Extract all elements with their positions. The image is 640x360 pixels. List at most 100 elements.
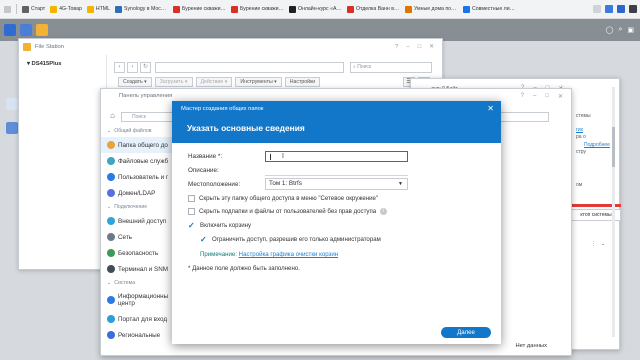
wizard-header: Мастер создания общих папок ✕ Указать ос…	[172, 101, 501, 143]
enable-recycle-checkbox[interactable]: ✓ Включить корзину	[188, 222, 251, 230]
sidebar-item[interactable]: Сеть	[101, 229, 173, 245]
action-button[interactable]: Действие ▾	[195, 77, 233, 87]
sidebar-item[interactable]: Файловые служб	[101, 153, 173, 169]
info-icon[interactable]: i	[380, 208, 388, 215]
shared-folder-wizard: Мастер создания общих папок ✕ Указать ос…	[172, 101, 501, 344]
upload-button[interactable]: Загрузить ▾	[154, 77, 193, 87]
name-input[interactable]: I	[265, 151, 408, 162]
close-icon[interactable]: ✕	[487, 104, 494, 113]
checkbox-box[interactable]	[188, 195, 195, 202]
more-link[interactable]: Подробнее	[584, 142, 610, 148]
taskbar-right: ◯ ⌕ ▣	[606, 26, 640, 34]
hide-network-checkbox[interactable]: Скрыть эту папку общего доступа в меню "…	[188, 195, 378, 202]
taskbar-app-icon[interactable]	[20, 24, 32, 36]
minimize-icon[interactable]: –	[533, 93, 536, 100]
location-select[interactable]: Том 1: Btrfs ▼	[265, 178, 408, 190]
bookmark-item[interactable]: Бурение скважин н...	[231, 5, 284, 13]
help-icon[interactable]: ?	[395, 44, 398, 50]
filter-input[interactable]	[499, 112, 549, 122]
bookmark-favicon-icon	[463, 5, 470, 13]
bookmark-item[interactable]: Онлайн-курс «Ана...	[289, 5, 342, 13]
info-line: стру	[576, 149, 587, 155]
sidebar-item-label: Терминал и SNM	[118, 265, 169, 273]
bookmark-item[interactable]: Старт	[22, 5, 45, 13]
sidebar-item[interactable]: Пользователь и г	[101, 169, 173, 185]
file-station-icon[interactable]	[36, 24, 48, 36]
extension-icon[interactable]	[593, 5, 601, 13]
file-station-app-icon	[23, 43, 31, 51]
maximize-icon[interactable]: □	[418, 44, 422, 50]
bookmark-label: 4G-Товар	[59, 6, 82, 12]
sidebar-group-header[interactable]: ⌄ Подключение	[101, 201, 173, 213]
next-button[interactable]: Далее	[441, 327, 491, 338]
widgets-icon[interactable]: ▣	[627, 26, 634, 34]
bookmark-item[interactable]: Отделка Ванн внут...	[347, 5, 400, 13]
info-link[interactable]: гих	[576, 127, 583, 133]
recycle-schedule-link[interactable]: Настройка графика очистки корзин	[239, 251, 338, 258]
bookmark-item[interactable]: Совместные линзы	[463, 5, 516, 13]
required-note: * Данное поле должно быть заполнено.	[188, 265, 300, 272]
description-label: Описание:	[188, 167, 219, 174]
help-icon[interactable]: ?	[521, 93, 524, 100]
tools-button[interactable]: Инструменты ▾	[235, 77, 282, 87]
sidebar-item[interactable]: Портал для вход	[101, 311, 173, 327]
search-input[interactable]: ⌕ Поиск	[350, 61, 432, 73]
sidebar-group-header[interactable]: ⌄ Общий файлов	[101, 125, 173, 137]
name-label: Название *:	[188, 153, 223, 160]
path-field[interactable]	[155, 61, 344, 73]
chevron-down-icon: ⌄	[107, 128, 112, 134]
restrict-admin-checkbox[interactable]: ✓ Ограничить доступ, разрешив его только…	[200, 236, 381, 244]
desktop-icon[interactable]	[6, 122, 18, 134]
checkmark-icon[interactable]: ✓	[188, 222, 196, 230]
navigation-bar: ‹ › ↻ ⌕ Поиск	[114, 61, 432, 73]
sidebar-item[interactable]: Информационны центр	[101, 289, 173, 311]
main-menu-icon[interactable]	[4, 24, 16, 36]
minimize-icon[interactable]: –	[406, 44, 409, 50]
sidebar-item[interactable]: Внешний доступ	[101, 213, 173, 229]
create-button[interactable]: Создать ▾	[118, 77, 152, 87]
apps-icon[interactable]	[4, 5, 11, 13]
sidebar-item-icon	[107, 249, 115, 257]
group-label: Подключение	[114, 204, 148, 210]
sidebar-item[interactable]: Домен/LDAP	[101, 185, 173, 201]
checkbox-box[interactable]	[188, 208, 195, 215]
maximize-icon[interactable]: □	[545, 93, 549, 100]
wizard-title: Мастер создания общих папок	[181, 106, 264, 112]
sidebar-group-header[interactable]: ⌄ Система	[101, 277, 173, 289]
back-button[interactable]: ‹	[114, 61, 125, 73]
home-icon[interactable]: ⌂	[107, 111, 118, 122]
window-buttons: ? – □ ✕	[521, 93, 563, 100]
description-input[interactable]	[265, 165, 408, 176]
bookmark-item[interactable]: HTML	[86, 5, 110, 13]
sidebar-item[interactable]: Терминал и SNM	[101, 261, 173, 277]
user-icon[interactable]: ◯	[606, 26, 614, 34]
more-icon[interactable]: ⋮	[591, 241, 596, 247]
checkbox-label: Ограничить доступ, разрешив его только а…	[212, 236, 381, 243]
sidebar-item[interactable]: Безопасность	[101, 245, 173, 261]
chevron-down-icon: ⌄	[107, 204, 112, 210]
bookmark-item[interactable]: 4G-Товар	[50, 5, 82, 13]
scrollbar[interactable]	[612, 87, 615, 337]
bookmark-item[interactable]: Бурение скважин н...	[173, 5, 226, 13]
bookmark-label: Отделка Ванн внут...	[356, 6, 400, 12]
bookmark-favicon-icon	[289, 5, 296, 13]
close-icon[interactable]: ✕	[558, 93, 563, 100]
settings-button[interactable]: Настройки	[284, 77, 321, 87]
device-node[interactable]: ▾ DS415Plus	[19, 55, 106, 67]
collapse-icon[interactable]: ⌄	[601, 241, 605, 247]
sidebar-item[interactable]: Папка общего до	[101, 137, 173, 153]
menu-icon[interactable]	[629, 5, 637, 13]
hide-files-checkbox[interactable]: Скрыть подпапки и файлы от пользователей…	[188, 208, 388, 215]
refresh-button[interactable]: ↻	[140, 61, 151, 73]
bookmark-item[interactable]: Synology в Москве...	[115, 5, 168, 13]
extension-icon[interactable]	[605, 5, 613, 13]
checkmark-icon[interactable]: ✓	[200, 236, 208, 244]
desktop-icon[interactable]	[6, 98, 18, 110]
extension-icon[interactable]	[617, 5, 625, 13]
sidebar-item[interactable]: Региональные	[101, 327, 173, 343]
close-icon[interactable]: ✕	[429, 44, 434, 50]
search-icon[interactable]: ⌕	[618, 26, 622, 34]
bookmark-item[interactable]: Умные дома под к...	[405, 5, 458, 13]
forward-button[interactable]: ›	[127, 61, 138, 73]
search-input[interactable]: Поиск	[121, 111, 173, 122]
